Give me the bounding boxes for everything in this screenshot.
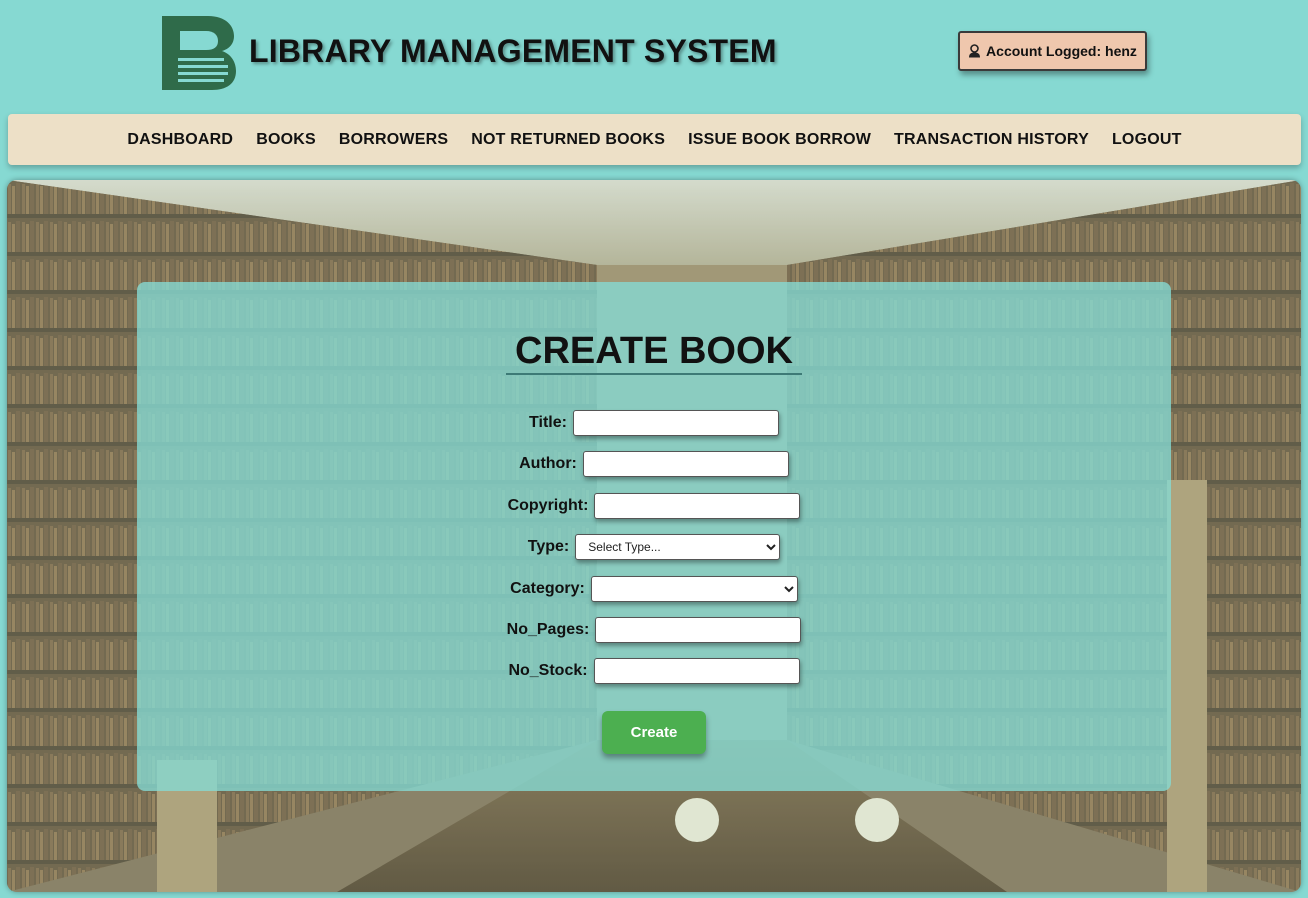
copyright-row: Copyright: [137,493,1171,519]
nav-logout[interactable]: LOGOUT [1112,131,1182,149]
heading-divider [506,373,802,375]
create-button[interactable]: Create [602,711,706,754]
stock-input[interactable] [593,658,800,684]
title-label: Title: [529,414,567,431]
nav-transaction-history[interactable]: TRANSACTION HISTORY [894,131,1089,149]
title-row: Title: [137,410,1171,436]
library-logo [162,16,236,90]
site-title: LIBRARY MANAGEMENT SYSTEM [249,33,777,69]
account-badge: Account Logged: henz [958,31,1147,71]
category-select[interactable] [590,576,798,602]
stock-row: No_Stock: [137,658,1171,684]
nav-books[interactable]: BOOKS [256,131,316,149]
copyright-label: Copyright: [507,497,589,514]
title-input[interactable] [572,410,779,436]
user-icon [969,44,981,58]
nav-borrowers[interactable]: BORROWERS [339,131,448,149]
pages-label: No_Pages: [506,621,590,638]
type-row: Type: Select Type... [137,534,1171,560]
nav-issue-book-borrow[interactable]: ISSUE BOOK BORROW [688,131,871,149]
nav-not-returned-books[interactable]: NOT RETURNED BOOKS [471,131,665,149]
category-label: Category: [510,580,585,597]
category-row: Category: [137,576,1171,602]
pages-row: No_Pages: [137,617,1171,643]
nav-dashboard[interactable]: DASHBOARD [127,131,233,149]
author-label: Author: [519,455,577,472]
pages-input[interactable] [595,617,802,643]
create-book-panel: CREATE BOOK Title: Author: Copyright: Ty… [137,282,1171,791]
stock-label: No_Stock: [508,662,588,679]
type-label: Type: [527,538,570,555]
main-navbar: DASHBOARD BOOKS BORROWERS NOT RETURNED B… [8,114,1301,165]
type-select[interactable]: Select Type... [575,534,781,560]
header: LIBRARY MANAGEMENT SYSTEM Account Logged… [0,0,1308,108]
author-input[interactable] [582,451,789,477]
form-heading: CREATE BOOK [515,330,793,372]
author-row: Author: [137,451,1171,477]
account-label: Account Logged: henz [986,43,1137,59]
copyright-input[interactable] [594,493,801,519]
library-background: CREATE BOOK Title: Author: Copyright: Ty… [7,180,1301,892]
